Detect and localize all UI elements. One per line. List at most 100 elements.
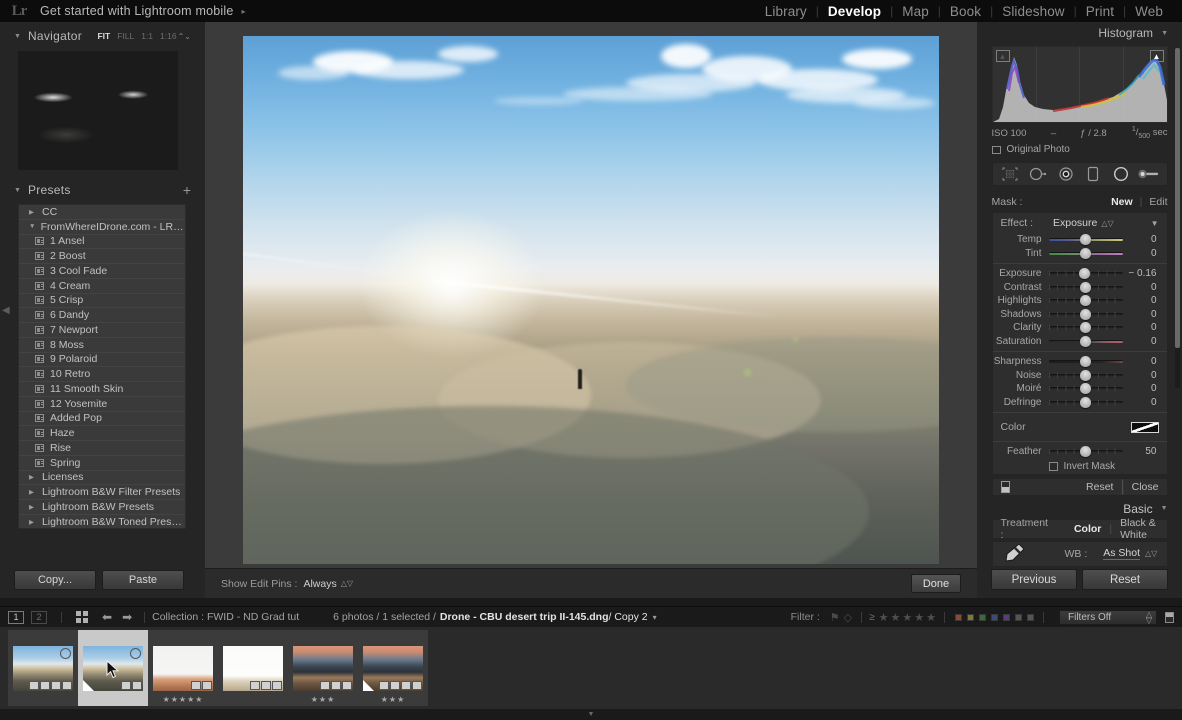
right-panel-scrollbar[interactable] bbox=[1175, 48, 1180, 388]
slider-track[interactable] bbox=[1048, 383, 1123, 395]
scrollbar-thumb[interactable] bbox=[1175, 48, 1180, 348]
copy-button[interactable]: Copy... bbox=[14, 570, 96, 590]
white-balance-eyedropper-icon[interactable] bbox=[1001, 542, 1027, 565]
zoom-level-1-1[interactable]: 1:1 bbox=[141, 31, 153, 41]
effect-value[interactable]: Exposure bbox=[1053, 217, 1097, 229]
disclosure-triangle-right-icon[interactable]: ▶ bbox=[29, 488, 42, 496]
thumbnail-badge-icon[interactable] bbox=[250, 680, 260, 690]
slider-track[interactable] bbox=[1048, 322, 1123, 334]
presets-list[interactable]: ▶CC▼FromWhereIDrone.com - LR Fre…1 Ansel… bbox=[18, 204, 186, 529]
thumbnail-badge-icon[interactable] bbox=[331, 680, 341, 690]
thumbnail-badge-icon[interactable] bbox=[62, 680, 72, 690]
mask-reset-button[interactable]: Reset bbox=[1086, 481, 1113, 493]
navigator-header[interactable]: ▼ Navigator FIT FILL 1:1 1:16 ⌃⌄ bbox=[14, 26, 191, 46]
slider-temp[interactable]: Temp 0 bbox=[993, 233, 1167, 247]
shadow-clipping-indicator[interactable]: ▲ bbox=[995, 50, 1010, 62]
slider-value[interactable]: 0 bbox=[1123, 309, 1157, 320]
star-rating-filter[interactable]: ★ ★ ★ ★ ★ bbox=[878, 608, 937, 626]
color-label-swatch[interactable] bbox=[1014, 613, 1022, 621]
slider-track[interactable] bbox=[1048, 268, 1123, 280]
done-button[interactable]: Done bbox=[911, 574, 961, 593]
paste-button[interactable]: Paste bbox=[102, 570, 184, 590]
thumbnail-badge-icon[interactable] bbox=[132, 680, 142, 690]
filters-preset-dropdown[interactable]: Filters Off △ ▽ bbox=[1059, 609, 1157, 625]
treatment-bw-button[interactable]: Black & White bbox=[1120, 517, 1158, 541]
slider-shadows[interactable]: Shadows 0 bbox=[993, 308, 1167, 322]
thumbnail-badge-icon[interactable] bbox=[40, 680, 50, 690]
slider-exposure[interactable]: Exposure − 0.16 bbox=[993, 267, 1167, 281]
wb-value[interactable]: As Shot bbox=[1103, 547, 1141, 561]
preset-item[interactable]: Rise bbox=[19, 441, 185, 456]
preset-group[interactable]: ▶ Licenses bbox=[19, 471, 185, 486]
slider-tint[interactable]: Tint 0 bbox=[993, 247, 1167, 261]
slider-value[interactable]: 50 bbox=[1123, 446, 1156, 457]
slider-value[interactable]: 0 bbox=[1123, 336, 1157, 347]
slider-knob[interactable] bbox=[1080, 446, 1091, 458]
identity-arrow-icon[interactable]: ▸ bbox=[242, 7, 246, 16]
navigator-preview[interactable] bbox=[18, 51, 178, 170]
crop-tool-icon[interactable] bbox=[999, 165, 1021, 183]
slider-knob[interactable] bbox=[1080, 247, 1091, 259]
disclosure-triangle-right-icon[interactable]: ▶ bbox=[29, 473, 42, 481]
radial-filter-tool-icon[interactable] bbox=[1110, 165, 1132, 183]
star-icon[interactable]: ★ bbox=[879, 612, 889, 624]
module-slideshow[interactable]: Slideshow bbox=[993, 4, 1073, 19]
slider-knob[interactable] bbox=[1080, 396, 1091, 408]
thumbnail-badge-icon[interactable] bbox=[320, 680, 330, 690]
main-photo[interactable] bbox=[243, 36, 939, 564]
collection-name[interactable]: Collection : FWID - ND Grad tut bbox=[152, 611, 299, 623]
slider-noise[interactable]: Noise 0 bbox=[993, 369, 1167, 383]
slider-feather[interactable]: Feather 50 bbox=[993, 445, 1167, 459]
spot-removal-tool-icon[interactable] bbox=[1027, 165, 1049, 183]
treatment-color-button[interactable]: Color bbox=[1074, 523, 1101, 535]
color-label-swatch[interactable] bbox=[978, 613, 986, 621]
color-label-filter[interactable] bbox=[952, 613, 1036, 621]
preset-item[interactable]: 1 Ansel bbox=[19, 235, 185, 250]
slider-saturation[interactable]: Saturation 0 bbox=[993, 335, 1167, 349]
color-label-swatch[interactable] bbox=[990, 613, 998, 621]
show-edit-pins-value[interactable]: Always bbox=[303, 578, 336, 590]
thumbnail-badge-icon[interactable] bbox=[202, 680, 212, 690]
page-button-2[interactable]: 2 bbox=[31, 610, 47, 624]
slider-knob[interactable] bbox=[1080, 281, 1091, 293]
slider-track[interactable] bbox=[1048, 308, 1123, 320]
slider-contrast[interactable]: Contrast 0 bbox=[993, 281, 1167, 295]
collapse-arrow-icon[interactable]: ▼ bbox=[588, 711, 595, 718]
filmstrip[interactable]: ★★★★★ ★★★ ★★★ bbox=[0, 627, 1182, 709]
dropdown-stepper-icon[interactable]: △ ▽ bbox=[1146, 610, 1152, 624]
effect-row[interactable]: Effect : Exposure △▽ ▼ bbox=[993, 213, 1167, 233]
color-swatch[interactable] bbox=[1130, 421, 1159, 433]
preset-item[interactable]: 12 Yosemite bbox=[19, 397, 185, 412]
filmstrip-thumbnail[interactable]: ★★★ bbox=[358, 630, 428, 706]
slider-value[interactable]: 0 bbox=[1123, 397, 1157, 408]
panel-switch-icon[interactable] bbox=[1000, 480, 1010, 493]
preset-item[interactable]: 2 Boost bbox=[19, 249, 185, 264]
preset-item[interactable]: 11 Smooth Skin bbox=[19, 382, 185, 397]
slider-knob[interactable] bbox=[1080, 322, 1091, 334]
slider-track[interactable] bbox=[1048, 369, 1123, 381]
disclosure-triangle-icon[interactable]: ▼ bbox=[1161, 505, 1168, 512]
star-icon[interactable]: ★ bbox=[902, 612, 912, 624]
disclosure-triangle-right-icon[interactable]: ▶ bbox=[29, 503, 42, 511]
module-map[interactable]: Map bbox=[893, 4, 938, 19]
histogram[interactable]: ▲ ▲ bbox=[991, 46, 1168, 123]
module-print[interactable]: Print bbox=[1077, 4, 1123, 19]
slider-track[interactable] bbox=[1048, 281, 1123, 293]
grid-view-icon[interactable] bbox=[75, 610, 89, 624]
thumbnail-badge-icon[interactable] bbox=[29, 680, 39, 690]
slider-defringe[interactable]: Defringe 0 bbox=[993, 396, 1167, 410]
slider-highlights[interactable]: Highlights 0 bbox=[993, 294, 1167, 308]
zoom-level-fill[interactable]: FILL bbox=[117, 31, 134, 41]
navigator-zoom-levels[interactable]: FIT FILL 1:1 1:16 bbox=[97, 31, 176, 41]
color-label-swatch[interactable] bbox=[966, 613, 974, 621]
highlight-clipping-indicator[interactable]: ▲ bbox=[1149, 50, 1164, 62]
filmstrip-thumbnail[interactable]: ★★★★★ bbox=[148, 630, 218, 706]
star-icon[interactable]: ★ bbox=[891, 612, 901, 624]
thumbnail-badge-icon[interactable] bbox=[342, 680, 352, 690]
preset-group[interactable]: ▼FromWhereIDrone.com - LR Fre… bbox=[19, 220, 185, 235]
disclosure-triangle-right-icon[interactable]: ▶ bbox=[29, 208, 42, 216]
left-panel-collapse-arrow[interactable]: ◀ bbox=[2, 305, 10, 316]
show-edit-pins-stepper-icon[interactable]: △▽ bbox=[341, 579, 353, 588]
star-icon[interactable]: ★ bbox=[926, 612, 936, 624]
effect-stepper-icon[interactable]: △▽ bbox=[1101, 219, 1113, 228]
